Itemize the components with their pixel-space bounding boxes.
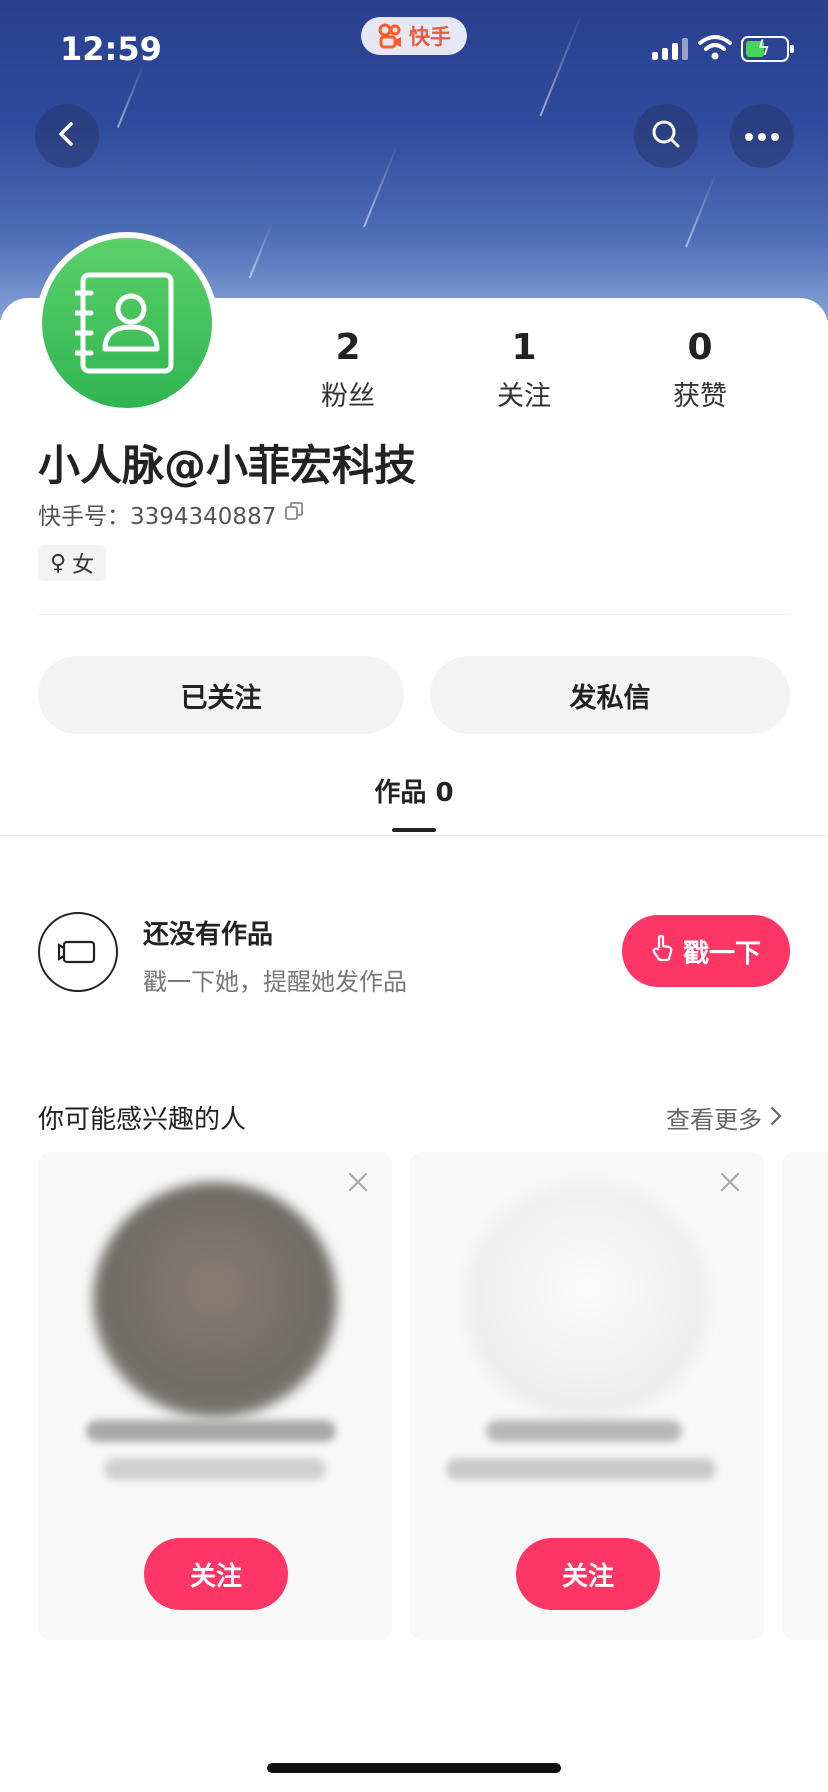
stat-following[interactable]: 1 关注 [464, 326, 584, 413]
more-dots-icon [744, 127, 780, 146]
cellular-signal-icon [652, 36, 688, 60]
contacts-book-icon [72, 271, 179, 379]
search-icon [650, 118, 682, 154]
close-icon[interactable] [346, 1170, 370, 1194]
home-indicator [267, 1763, 561, 1773]
poke-button[interactable]: 戳一下 [622, 915, 790, 987]
back-button[interactable] [35, 104, 99, 168]
app-source-pill[interactable]: 快手 [361, 17, 467, 55]
avatar-image [42, 238, 212, 408]
blurred-description [104, 1458, 326, 1480]
copy-icon[interactable] [284, 501, 304, 527]
stat-followers[interactable]: 2 粉丝 [288, 326, 408, 413]
recommend-avatar [465, 1182, 709, 1418]
tab-divider [0, 835, 828, 836]
video-camera-icon [38, 912, 118, 992]
likes-label: 获赞 [673, 381, 727, 412]
status-bar: 12:59 快手 ϟ [0, 0, 828, 100]
kuaishou-id-value: 3394340887 [130, 504, 277, 530]
followed-button[interactable]: 已关注 [38, 656, 404, 734]
see-more-link[interactable]: 查看更多 [666, 1100, 782, 1135]
wifi-icon [698, 34, 732, 60]
kuaishou-logo-icon [377, 23, 403, 49]
hand-tap-icon [651, 934, 675, 969]
followers-count: 2 [335, 327, 361, 368]
tab-active-indicator [392, 828, 436, 832]
status-time: 12:59 [60, 30, 162, 68]
female-symbol-icon: ♀ [50, 550, 67, 576]
kuaishou-id-label: 快手号： [38, 504, 130, 530]
empty-works-title: 还没有作品 [143, 920, 274, 950]
recommend-card-partial[interactable] [782, 1152, 828, 1640]
likes-count: 0 [687, 327, 713, 368]
close-icon[interactable] [718, 1170, 742, 1194]
see-more-label: 查看更多 [666, 1106, 762, 1134]
search-button[interactable] [634, 104, 698, 168]
gender-tag: ♀ 女 [38, 545, 107, 581]
app-source-label: 快手 [409, 25, 451, 49]
empty-works-subtitle: 戳一下她，提醒她发作品 [143, 968, 407, 996]
divider [38, 614, 790, 615]
recommend-title: 你可能感兴趣的人 [38, 1105, 247, 1135]
stat-likes[interactable]: 0 获赞 [640, 326, 760, 413]
tab-works[interactable]: 作品 0 [0, 772, 828, 809]
following-count: 1 [511, 327, 537, 368]
avatar[interactable] [36, 232, 218, 414]
battery-charging-icon: ϟ [741, 36, 794, 62]
gender-label: 女 [72, 553, 95, 578]
tab-works-count: 0 [435, 778, 454, 808]
star-streak [685, 172, 717, 248]
star-streak [248, 221, 274, 279]
more-options-button[interactable] [730, 104, 794, 168]
recommend-card[interactable]: 关注 [38, 1152, 392, 1640]
chevron-right-icon [770, 1104, 782, 1132]
blurred-name [86, 1420, 336, 1442]
blurred-description [446, 1458, 716, 1480]
profile-nickname: 小人脉@小菲宏科技 [38, 441, 417, 490]
follow-button[interactable]: 关注 [516, 1538, 660, 1610]
poke-label: 戳一下 [682, 938, 761, 969]
blurred-name [486, 1420, 682, 1442]
recommend-avatar [93, 1182, 337, 1418]
kuaishou-id-row: 快手号：3394340887 [38, 497, 304, 531]
tab-works-label: 作品 [374, 778, 427, 808]
follow-button[interactable]: 关注 [144, 1538, 288, 1610]
followers-label: 粉丝 [321, 381, 375, 412]
star-streak [363, 142, 399, 228]
send-message-button[interactable]: 发私信 [430, 656, 790, 734]
back-arrow-icon [53, 120, 81, 152]
recommend-card[interactable]: 关注 [410, 1152, 764, 1640]
following-label: 关注 [497, 381, 551, 412]
